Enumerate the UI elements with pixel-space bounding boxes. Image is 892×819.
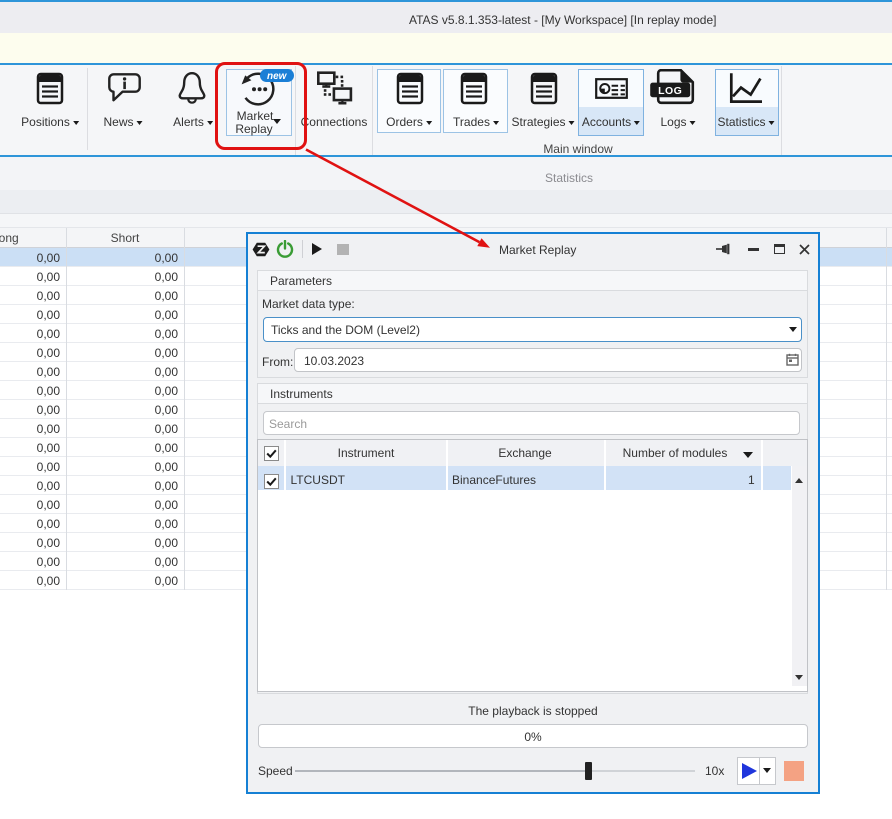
svg-text:LOG: LOG [658, 85, 682, 97]
